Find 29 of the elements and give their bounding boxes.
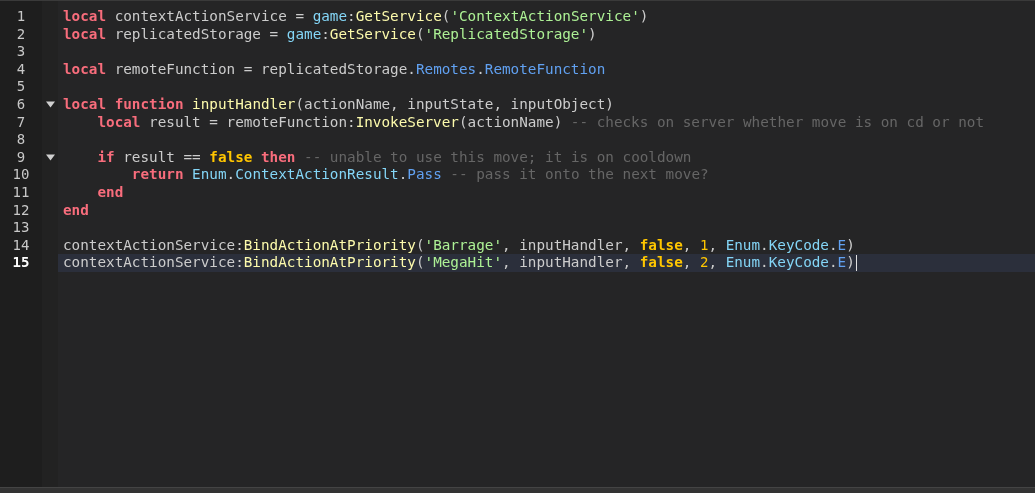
code-line: local replicatedStorage = game:GetService('ReplicatedStorage'): [63, 25, 597, 44]
code-line: local remoteFunction = replicatedStorage.Remotes.RemoteFunction: [63, 60, 606, 79]
line-number: 2: [15, 25, 27, 44]
line-number: 12: [11, 201, 31, 220]
line-number: 6: [15, 95, 27, 114]
code-line: end: [96, 183, 124, 202]
code-line: contextActionService:BindActionAtPriority('MegaHit', inputHandler, false, 2, Enum.KeyCode.E): [63, 254, 855, 272]
line-number: 1: [15, 8, 27, 26]
line-number: 5: [15, 78, 27, 96]
code-line: local result = remoteFunction:InvokeServer(actionName) -- checks on server whether move is on cd or not: [96, 113, 984, 132]
line-number: 4: [15, 60, 27, 79]
text-cursor: [855, 255, 858, 272]
code-line: local contextActionService = game:GetService('ContextActionService'): [63, 8, 649, 26]
caret-down-icon[interactable]: [45, 153, 55, 163]
line-number: 10: [11, 166, 31, 184]
code-line: contextActionService:BindActionAtPriority('Barrage', inputHandler, false, 1, Enum.KeyCode.E): [63, 236, 855, 255]
line-number: 11: [11, 183, 31, 202]
line-number: 9: [15, 148, 27, 167]
caret-down-icon[interactable]: [45, 100, 55, 110]
code-line: local function inputHandler(actionName, inputState, inputObject): [63, 95, 614, 114]
code-line: return Enum.ContextActionResult.Pass -- pass it onto the next move?: [130, 166, 709, 184]
line-number: 7: [15, 113, 27, 132]
line-number: 14: [11, 236, 31, 255]
code-line: end: [63, 201, 89, 220]
line-number: 15: [11, 254, 31, 272]
line-number: 3: [15, 43, 27, 61]
code-line: if result == false then -- unable to use this move; it is on cooldown: [96, 148, 692, 167]
line-number: 13: [11, 219, 31, 237]
line-number: 8: [15, 131, 27, 149]
